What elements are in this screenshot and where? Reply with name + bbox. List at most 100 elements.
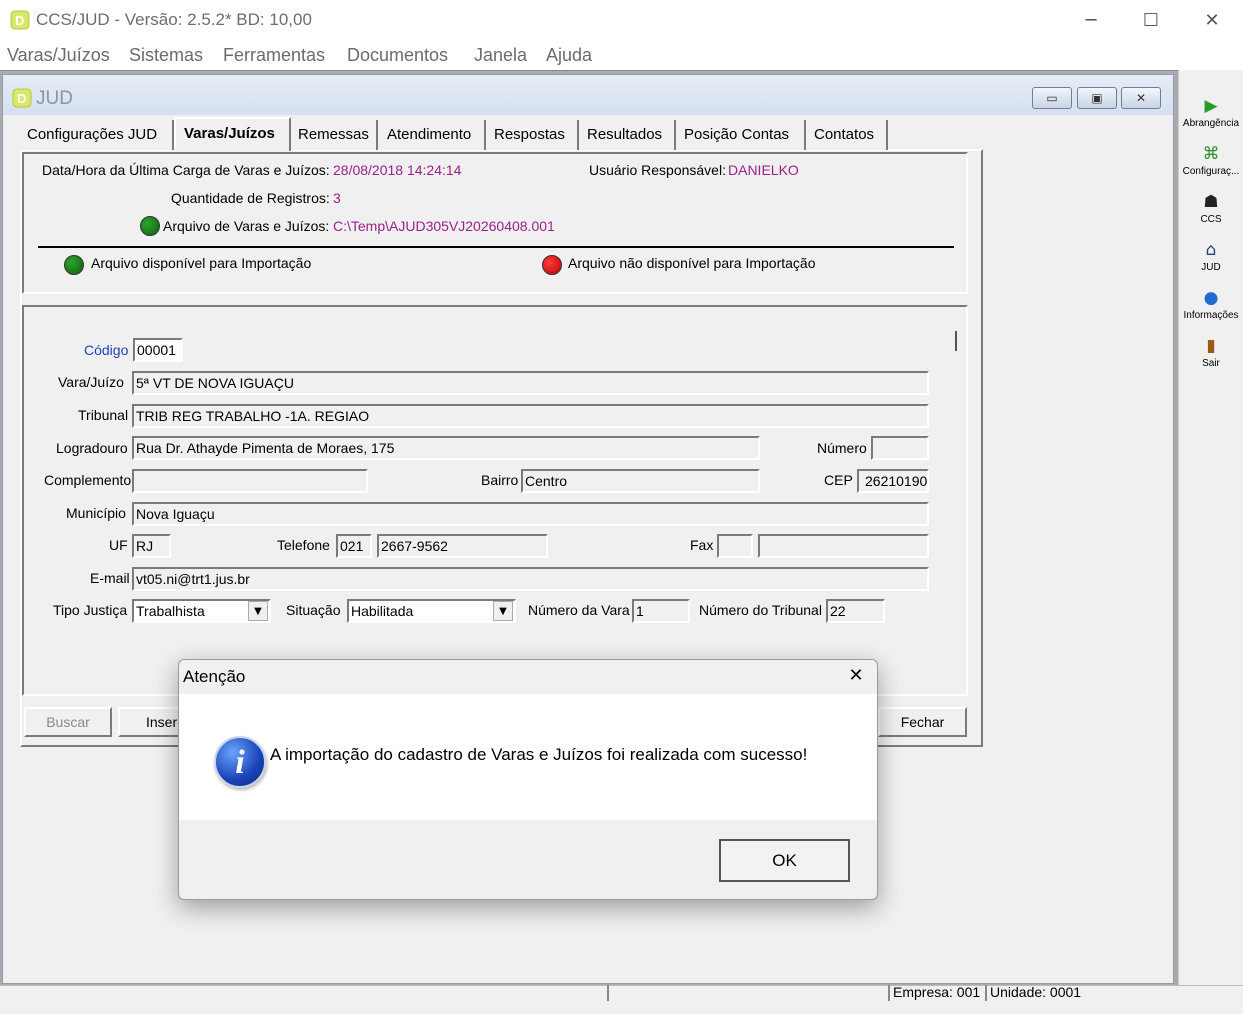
buscar-button[interactable]: Buscar <box>24 707 112 737</box>
tab-varas-juizos[interactable]: Varas/Juízos <box>174 117 291 151</box>
municipio-field[interactable]: Nova Iguaçu <box>132 502 929 526</box>
fax-label: Fax <box>690 537 714 553</box>
numero-vara-label: Número da Vara <box>528 602 630 618</box>
child-restore-button[interactable]: ▣ <box>1077 87 1117 109</box>
tab-remessas[interactable]: Remessas <box>290 120 378 150</box>
user-value: DANIELKO <box>728 162 799 178</box>
status-unidade: Unidade: 0001 <box>990 984 1082 1000</box>
tool-label: Configuraç... <box>1182 166 1240 177</box>
records-label: Quantidade de Registros: <box>171 190 330 206</box>
menu-janela[interactable]: Janela <box>474 45 527 66</box>
status-separator <box>607 985 609 1001</box>
settings-grid-icon: ⌘ <box>1202 144 1220 164</box>
divider <box>38 246 954 248</box>
svg-text:D: D <box>17 91 26 106</box>
legend-unavailable-label: Arquivo não disponível para Importação <box>568 255 816 271</box>
logradouro-field[interactable]: Rua Dr. Athayde Pimenta de Moraes, 175 <box>132 436 760 460</box>
tool-label: Abrangência <box>1182 118 1240 129</box>
status-separator <box>985 985 987 1001</box>
svg-text:D: D <box>15 13 24 28</box>
ccs-icon: ☗ <box>1203 192 1219 212</box>
child-close-button[interactable]: ✕ <box>1121 87 1161 109</box>
file-label: Arquivo de Varas e Juízos: <box>163 218 330 234</box>
bairro-field[interactable]: Centro <box>521 469 760 493</box>
tool-ccs[interactable]: ☗ CCS <box>1179 192 1243 225</box>
status-empresa: Empresa: 001 <box>893 984 981 1000</box>
bairro-label: Bairro <box>481 472 519 488</box>
codigo-label[interactable]: Código <box>84 342 128 358</box>
legend-available-icon <box>64 255 84 275</box>
telefone-label: Telefone <box>277 537 330 553</box>
numero-field[interactable] <box>871 436 929 460</box>
tool-label: JUD <box>1201 262 1221 273</box>
email-label: E-mail <box>90 570 130 586</box>
menu-varas-juizos[interactable]: Varas/Juízos <box>7 45 110 66</box>
last-load-value: 28/08/2018 14:24:14 <box>333 162 462 178</box>
minimize-button[interactable]: ─ <box>1068 4 1114 38</box>
tab-resultados[interactable]: Resultados <box>579 120 676 150</box>
dialog-message: A importação do cadastro de Varas e Juíz… <box>270 745 808 764</box>
situacao-dropdown-icon[interactable]: ▼ <box>493 601 513 621</box>
tool-label: Informações <box>1183 310 1239 321</box>
fechar-button[interactable]: Fechar <box>878 707 967 737</box>
email-field[interactable]: vt05.ni@trt1.jus.br <box>132 567 929 591</box>
tribunal-field[interactable]: TRIB REG TRABALHO -1A. REGIAO <box>132 404 929 428</box>
tool-jud[interactable]: ⌂ JUD <box>1179 240 1243 273</box>
tab-posicao-contas[interactable]: Posição Contas <box>676 120 806 150</box>
jud-window-caption <box>3 75 1173 115</box>
telefone-field[interactable]: 2667-9562 <box>377 534 548 558</box>
telefone-ddd-field[interactable]: 021 <box>336 534 372 558</box>
menu-ferramentas[interactable]: Ferramentas <box>223 45 325 66</box>
fax-ddd-field[interactable] <box>717 534 753 558</box>
courthouse-icon: ⌂ <box>1205 240 1217 260</box>
tool-sair[interactable]: ▮ Sair <box>1179 336 1243 369</box>
tool-abrangencia[interactable]: ▶ Abrangência <box>1179 96 1243 129</box>
tab-respostas[interactable]: Respostas <box>486 120 579 150</box>
tab-configuracoes-jud[interactable]: Configurações JUD <box>19 120 174 150</box>
menu-sistemas[interactable]: Sistemas <box>129 45 203 66</box>
numero-label: Número <box>817 440 867 456</box>
complemento-field[interactable] <box>132 469 368 493</box>
close-button[interactable]: ✕ <box>1189 4 1235 38</box>
jud-window-title: JUD <box>36 88 73 109</box>
cep-label: CEP <box>824 472 853 488</box>
municipio-label: Município <box>66 505 126 521</box>
tab-contatos[interactable]: Contatos <box>806 120 888 150</box>
menu-bar: Varas/Juízos Sistemas Ferramentas Docume… <box>0 42 1243 70</box>
numero-vara-field[interactable]: 1 <box>632 599 690 623</box>
codigo-field[interactable]: 00001 <box>133 338 183 362</box>
ok-button[interactable]: OK <box>719 839 850 882</box>
records-value: 3 <box>333 190 341 206</box>
child-minimize-button[interactable]: ▭ <box>1032 87 1072 109</box>
tool-label: Sair <box>1202 358 1220 369</box>
fax-field[interactable] <box>758 534 929 558</box>
file-path-value: C:\Temp\AJUD305VJ20260408.001 <box>333 218 555 234</box>
tab-atendimento[interactable]: Atendimento <box>379 120 486 150</box>
tool-configuracoes[interactable]: ⌘ Configuraç... <box>1179 144 1243 177</box>
situacao-select[interactable]: Habilitada <box>347 599 516 623</box>
tool-informacoes[interactable]: ● Informações <box>1179 288 1243 321</box>
file-status-indicator <box>140 216 160 236</box>
status-separator <box>888 985 890 1001</box>
numero-tribunal-field[interactable]: 22 <box>826 599 885 623</box>
globe-icon: ● <box>1203 288 1219 308</box>
situacao-label: Situação <box>286 602 341 618</box>
numero-tribunal-label: Número do Tribunal <box>699 602 822 618</box>
dialog-title: Atenção <box>183 667 246 686</box>
menu-ajuda[interactable]: Ajuda <box>546 45 592 66</box>
tipo-justica-dropdown-icon[interactable]: ▼ <box>248 601 268 621</box>
uf-field[interactable]: RJ <box>132 534 171 558</box>
uf-label: UF <box>109 537 128 553</box>
legend-available-label: Arquivo disponível para Importação <box>91 255 312 271</box>
record-form-panel <box>22 305 968 696</box>
tipo-justica-label: Tipo Justiça <box>53 602 128 618</box>
menu-documentos[interactable]: Documentos <box>347 45 448 66</box>
scrollbar[interactable] <box>955 331 957 351</box>
complemento-label: Complemento <box>44 472 132 488</box>
vara-field[interactable]: 5ª VT DE NOVA IGUAÇU <box>132 371 929 395</box>
info-icon: i <box>214 736 266 788</box>
tool-label: CCS <box>1200 214 1222 225</box>
cep-field[interactable]: 26210190 <box>857 469 929 493</box>
dialog-close-icon[interactable]: ✕ <box>842 664 870 688</box>
maximize-button[interactable]: ☐ <box>1128 4 1174 38</box>
